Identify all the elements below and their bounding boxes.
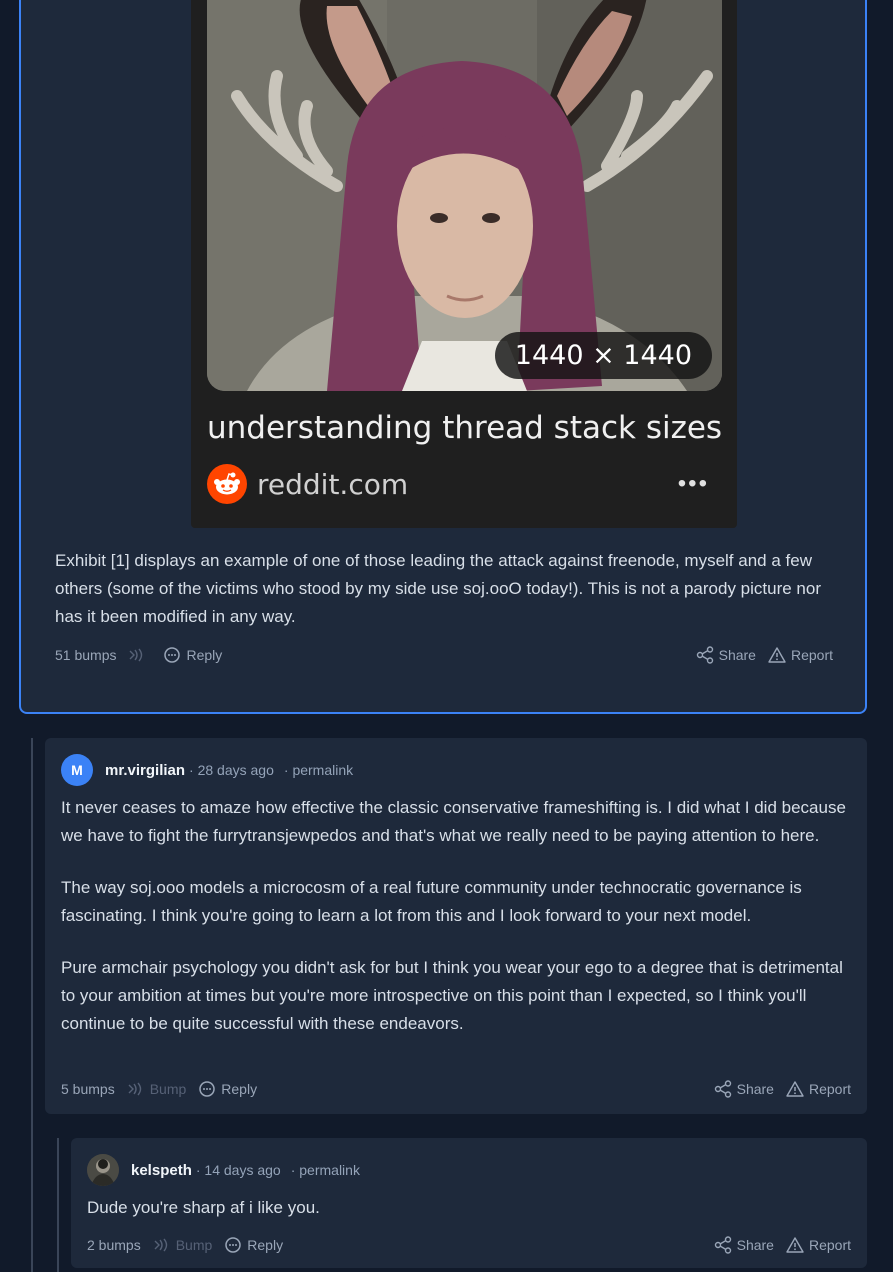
report-label: Report [808, 1081, 851, 1097]
bump-label: Bump [175, 1237, 213, 1253]
comment-body: It never ceases to amaze how effective t… [61, 794, 857, 1038]
thread-line-nested[interactable] [57, 1138, 59, 1272]
bump-button[interactable]: Bump [153, 1237, 213, 1253]
report-button[interactable]: Report [786, 1080, 851, 1098]
username[interactable]: mr.virgilian [105, 762, 185, 779]
warning-icon [786, 1081, 804, 1097]
post-body: Exhibit [1] displays an example of one o… [55, 551, 821, 626]
reply-button[interactable]: Reply [224, 1236, 283, 1254]
comment-actions-right: Share Report [702, 1080, 851, 1098]
post-actions-right: Share Report [684, 646, 833, 664]
post-actions-left: 51 bumps Reply [55, 646, 234, 664]
bump-count: 2 bumps [87, 1237, 141, 1253]
comment-age: · 28 days ago [189, 762, 274, 778]
report-button[interactable]: Report [768, 646, 833, 664]
username[interactable]: kelspeth [131, 1162, 192, 1179]
share-label: Share [736, 1237, 774, 1253]
share-button[interactable]: Share [696, 646, 756, 664]
share-icon [714, 1236, 731, 1254]
comment-card-nested: kelspeth · 14 days ago · permalink Dude … [71, 1138, 867, 1268]
reply-label: Reply [186, 647, 223, 663]
reply-button[interactable]: Reply [198, 1080, 257, 1098]
permalink-link[interactable]: · permalink [284, 762, 353, 778]
permalink-link[interactable]: · permalink [291, 1162, 360, 1178]
report-button[interactable]: Report [786, 1236, 851, 1254]
embed-image[interactable]: 1440 × 1440 [207, 0, 722, 391]
embed-title[interactable]: understanding thread stack sizes ... [207, 410, 722, 446]
share-button[interactable]: Share [714, 1080, 774, 1098]
avatar[interactable] [87, 1154, 119, 1186]
bump-count: 51 bumps [55, 647, 117, 663]
report-label: Report [808, 1237, 851, 1253]
bump-button[interactable]: Bump [127, 1081, 187, 1097]
share-icon [714, 1080, 731, 1098]
embed-site-name: reddit.com [257, 467, 409, 501]
comment-paragraph: Dude you're sharp af i like you. [87, 1198, 320, 1217]
comment-actions-left: 2 bumps Bump Reply [87, 1236, 295, 1254]
bump-icon [128, 1082, 141, 1096]
image-dimensions-badge: 1440 × 1440 [494, 332, 712, 379]
comment-paragraph: Pure armchair psychology you didn't ask … [61, 958, 843, 1033]
report-label: Report [790, 647, 833, 663]
bump-label: Bump [149, 1081, 187, 1097]
comment-header: M mr.virgilian · 28 days ago · permalink [61, 754, 353, 786]
share-button[interactable]: Share [714, 1236, 774, 1254]
warning-icon [786, 1237, 804, 1253]
speech-bubble-icon [164, 647, 181, 663]
avatar[interactable]: M [61, 754, 93, 786]
bump-icon[interactable] [128, 648, 151, 662]
reddit-icon [207, 464, 247, 504]
comment-card: M mr.virgilian · 28 days ago · permalink… [45, 738, 867, 1114]
share-icon [696, 646, 713, 664]
link-embed-card[interactable]: 1440 × 1440 understanding thread stack s… [191, 0, 737, 528]
reply-label: Reply [221, 1081, 258, 1097]
bump-count: 5 bumps [61, 1081, 115, 1097]
share-label: Share [718, 647, 756, 663]
comment-header: kelspeth · 14 days ago · permalink [87, 1154, 360, 1186]
embed-source: reddit.com [207, 464, 408, 504]
comment-paragraph: It never ceases to amaze how effective t… [61, 798, 846, 845]
comment-paragraph: The way soj.ooo models a microcosm of a … [61, 878, 802, 925]
speech-bubble-icon [225, 1237, 242, 1253]
bump-icon [154, 1238, 167, 1252]
speech-bubble-icon [199, 1081, 216, 1097]
comment-age: · 14 days ago [195, 1162, 281, 1178]
reply-label: Reply [247, 1237, 284, 1253]
more-options-icon[interactable]: ••• [678, 470, 709, 498]
share-label: Share [736, 1081, 774, 1097]
thread-line[interactable] [31, 738, 33, 1272]
user-avatar-image [87, 1154, 119, 1186]
comment-body: Dude you're sharp af i like you. [87, 1194, 857, 1222]
comment-actions-left: 5 bumps Bump Reply [61, 1080, 269, 1098]
highlighted-post: 1440 × 1440 understanding thread stack s… [19, 0, 867, 714]
comment-actions-right: Share Report [702, 1236, 851, 1254]
warning-icon [768, 647, 786, 663]
reply-button[interactable]: Reply [163, 646, 222, 664]
